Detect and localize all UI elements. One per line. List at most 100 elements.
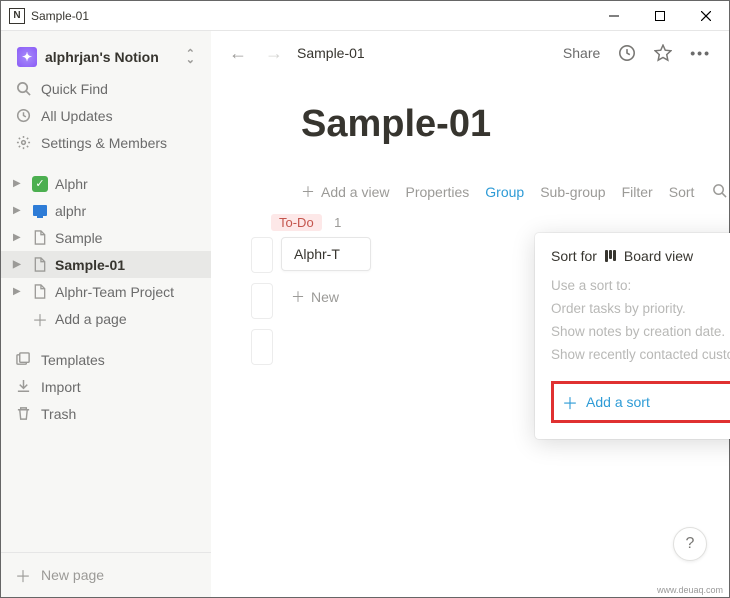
trash[interactable]: Trash (1, 400, 211, 427)
sort-button[interactable]: Sort (669, 184, 695, 200)
notion-app-icon: N (9, 8, 25, 24)
more-icon[interactable]: ••• (686, 41, 715, 65)
add-sort-highlight: ＋ Add a sort (551, 381, 730, 423)
chevron-updown-icon: ⌃⌄ (186, 51, 195, 63)
card-placeholder[interactable] (251, 329, 273, 365)
sidebar-page-alphr-2[interactable]: ▶ alphr (1, 197, 211, 224)
new-card-button[interactable]: ＋ New (281, 283, 349, 311)
breadcrumb[interactable]: Sample-01 (297, 45, 365, 61)
triangle-icon[interactable]: ▶ (13, 205, 25, 216)
maximize-button[interactable] (637, 1, 683, 31)
page-label: alphr (55, 203, 86, 219)
quick-find-label: Quick Find (41, 81, 108, 97)
workspace-switcher[interactable]: ✦ alphrjan's Notion ⌃⌄ (11, 43, 201, 71)
plus-icon: ＋ (562, 390, 578, 414)
page-icon: ✓ (31, 176, 49, 192)
close-button[interactable] (683, 1, 729, 31)
monitor-icon (33, 205, 47, 216)
card-placeholder[interactable] (251, 237, 273, 273)
templates[interactable]: Templates (1, 346, 211, 373)
share-button[interactable]: Share (559, 41, 604, 65)
sort-popover: Sort for Board view ? Use a sort to: Ord… (535, 233, 730, 439)
window-titlebar: N Sample-01 (1, 1, 729, 31)
board-view-label[interactable]: Board view (624, 248, 693, 264)
desc-line: Order tasks by priority. (551, 298, 730, 321)
document-icon (31, 284, 49, 299)
all-updates[interactable]: All Updates (1, 102, 211, 129)
import[interactable]: Import (1, 373, 211, 400)
new-page-button[interactable]: ＋ New page (1, 552, 211, 597)
templates-icon (15, 352, 31, 367)
plus-icon: ＋ (301, 182, 315, 202)
import-label: Import (41, 379, 81, 395)
workspace-icon: ✦ (17, 47, 37, 67)
main-content: ← → Sample-01 Share ••• Sample-01 ＋ Add a… (211, 31, 729, 597)
trash-icon (15, 406, 31, 421)
import-icon (15, 379, 31, 394)
triangle-icon[interactable]: ▶ (13, 232, 25, 243)
quick-find[interactable]: Quick Find (1, 75, 211, 102)
forward-button[interactable]: → (261, 41, 287, 66)
clock-icon (15, 108, 31, 123)
desc-line: Use a sort to: (551, 275, 730, 298)
add-sort-button[interactable]: ＋ Add a sort (562, 390, 730, 414)
search-icon[interactable] (712, 183, 727, 201)
settings-label: Settings & Members (41, 135, 167, 151)
triangle-icon[interactable]: ▶ (13, 178, 25, 189)
page-icon (31, 205, 49, 216)
filter-button[interactable]: Filter (622, 184, 653, 200)
sidebar-add-page[interactable]: ▶ ＋ Add a page (1, 305, 211, 332)
page-label: Alphr-Team Project (55, 284, 174, 300)
sidebar-page-sample[interactable]: ▶ Sample (1, 224, 211, 251)
window-controls (591, 1, 729, 31)
triangle-icon[interactable]: ▶ (13, 286, 25, 297)
board-card[interactable]: Alphr-T (281, 237, 371, 271)
sidebar-page-sample-01[interactable]: ▶ Sample-01 (1, 251, 211, 278)
page-label: Sample-01 (55, 257, 125, 273)
sort-description: Use a sort to: Order tasks by priority. … (551, 275, 730, 367)
group-button[interactable]: Group (485, 184, 524, 200)
check-icon: ✓ (32, 176, 48, 192)
back-button[interactable]: ← (225, 41, 251, 66)
minimize-button[interactable] (591, 1, 637, 31)
document-icon (31, 230, 49, 245)
add-view-label: Add a view (321, 184, 389, 200)
board-icon (605, 250, 616, 262)
topbar: ← → Sample-01 Share ••• (211, 31, 729, 75)
sidebar-page-team-project[interactable]: ▶ Alphr-Team Project (1, 278, 211, 305)
desc-line: Show recently contacted customers. (551, 344, 730, 367)
card-placeholder[interactable] (251, 283, 273, 319)
sidebar: ✦ alphrjan's Notion ⌃⌄ Quick Find All Up… (1, 31, 211, 597)
help-fab[interactable]: ? (673, 527, 707, 561)
subgroup-button[interactable]: Sub-group (540, 184, 605, 200)
page-title[interactable]: Sample-01 (301, 103, 729, 146)
watermark: www.deuaq.com (655, 585, 725, 595)
plus-icon: ＋ (291, 287, 305, 307)
all-updates-label: All Updates (41, 108, 113, 124)
updates-icon[interactable] (614, 40, 640, 66)
window-title: Sample-01 (31, 9, 591, 23)
plus-icon: ＋ (15, 563, 31, 587)
page-label: Sample (55, 230, 102, 246)
add-sort-label: Add a sort (586, 394, 650, 410)
add-page-label: Add a page (55, 311, 127, 327)
favorite-icon[interactable] (650, 40, 676, 66)
column-count: 1 (334, 215, 341, 230)
page-label: Alphr (55, 176, 88, 192)
plus-icon: ＋ (31, 307, 49, 331)
new-page-label: New page (41, 567, 104, 583)
triangle-icon[interactable]: ▶ (13, 259, 25, 270)
sort-for-label: Sort for (551, 248, 597, 264)
properties-button[interactable]: Properties (405, 184, 469, 200)
search-icon (15, 81, 31, 96)
viewbar: ＋ Add a view Properties Group Sub-group F… (211, 182, 729, 202)
new-card-label: New (311, 289, 339, 305)
sidebar-page-alphr-1[interactable]: ▶ ✓ Alphr (1, 170, 211, 197)
desc-line: Show notes by creation date. (551, 321, 730, 344)
add-view-button[interactable]: ＋ Add a view (301, 182, 389, 202)
trash-label: Trash (41, 406, 76, 422)
column-tag[interactable]: To-Do (271, 214, 322, 231)
gear-icon (15, 135, 31, 150)
templates-label: Templates (41, 352, 105, 368)
settings-members[interactable]: Settings & Members (1, 129, 211, 156)
